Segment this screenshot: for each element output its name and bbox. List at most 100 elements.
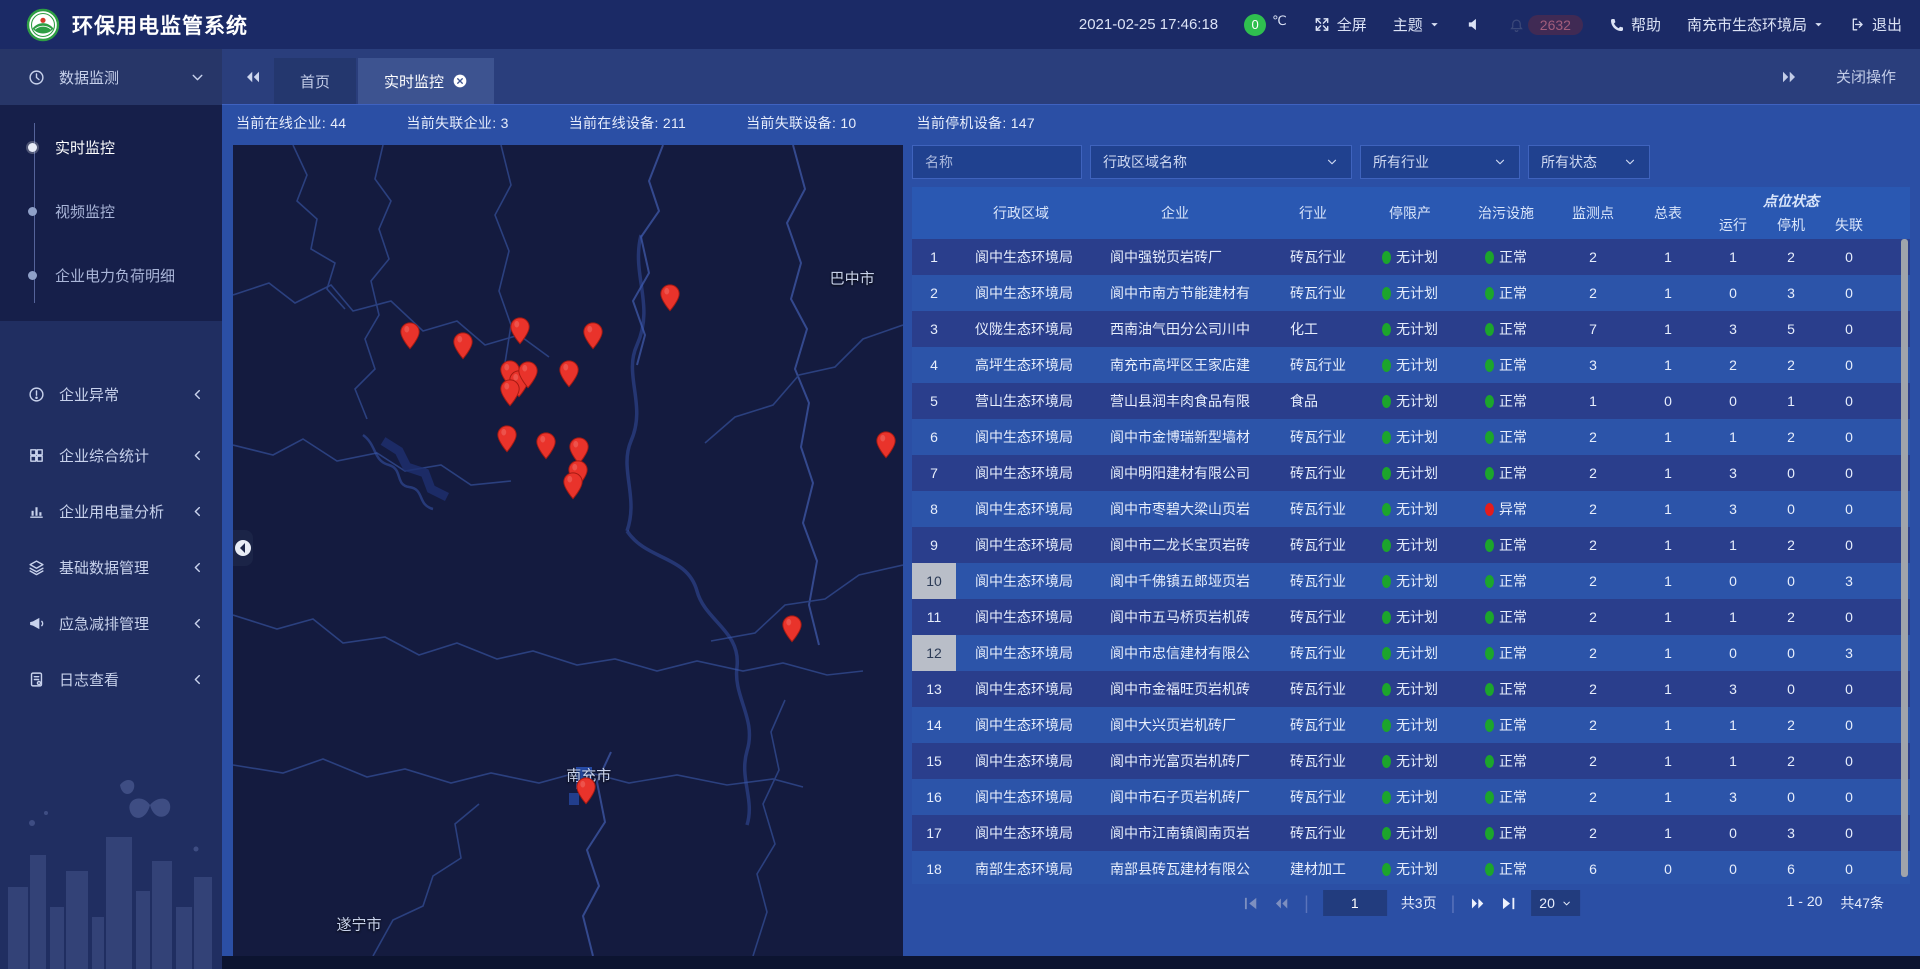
col-production: 停限产: [1362, 187, 1458, 239]
table-row[interactable]: 11 阆中生态环境局 阆中市五马桥页岩机砖 砖瓦行业 无计划 正常 2 1 1 …: [912, 599, 1910, 635]
org-menu[interactable]: 南充市生态环境局: [1687, 14, 1824, 35]
sidebar-item[interactable]: 应急减排管理: [0, 595, 222, 651]
stat-item: 当前失联设备: 10: [746, 113, 856, 133]
bullet-icon: [28, 143, 37, 152]
map-pin-icon[interactable]: [659, 284, 680, 317]
close-tab-icon[interactable]: [452, 73, 468, 89]
tabs: 首页 实时监控: [274, 58, 494, 104]
map-panel[interactable]: 巴中市南充市遂宁市: [233, 145, 903, 956]
cell-meter: 1: [1632, 681, 1704, 697]
sidebar-subitem[interactable]: 实时监控: [0, 115, 222, 179]
cell-region: 阆中生态环境局: [956, 607, 1086, 627]
table-row[interactable]: 10 阆中生态环境局 阆中千佛镇五郎垭页岩 砖瓦行业 无计划 正常 2 1 0 …: [912, 563, 1910, 599]
table-row[interactable]: 3 仪陇生态环境局 西南油气田分公司川中 化工 无计划 正常 7 1 3 5 0: [912, 311, 1910, 347]
datetime-label: 2021-02-25 17:46:18: [1079, 16, 1218, 33]
name-filter-field[interactable]: [912, 145, 1082, 179]
table-row[interactable]: 1 阆中生态环境局 阆中强锐页岩砖厂 砖瓦行业 无计划 正常 2 1 1 2 0: [912, 239, 1910, 275]
map-pin-icon[interactable]: [452, 332, 473, 365]
status-dot-icon: [1382, 323, 1391, 336]
sidebar-item[interactable]: 基础数据管理: [0, 539, 222, 595]
theme-button[interactable]: 主题: [1393, 14, 1440, 35]
sidebar-item[interactable]: 数据监测: [0, 49, 222, 105]
cell-company: 南部县砖瓦建材有限公: [1086, 859, 1264, 879]
tab[interactable]: 首页: [274, 58, 356, 104]
cell-facility: 正常: [1458, 571, 1554, 591]
cell-facility: 正常: [1458, 787, 1554, 807]
table-row[interactable]: 17 阆中生态环境局 阆中市江南镇阆南页岩 砖瓦行业 无计划 正常 2 1 0 …: [912, 815, 1910, 851]
sidebar-item[interactable]: 企业用电量分析: [0, 483, 222, 539]
tabs-scroll-right-icon[interactable]: [1780, 68, 1798, 86]
monitor-icon: [28, 69, 45, 86]
cell-stopped: 2: [1762, 357, 1820, 373]
table-scrollbar[interactable]: [1901, 239, 1908, 877]
sidebar-item[interactable]: 企业异常: [0, 361, 222, 427]
table-row[interactable]: 18 南部生态环境局 南部县砖瓦建材有限公 建材加工 无计划 正常 6 0 0 …: [912, 851, 1910, 884]
mute-button[interactable]: [1466, 16, 1483, 33]
map-pin-icon[interactable]: [399, 322, 420, 355]
map-pin-icon[interactable]: [582, 322, 603, 355]
map-pin-icon[interactable]: [535, 432, 556, 465]
status-dot-icon: [1485, 755, 1494, 768]
status-dot-icon: [1382, 791, 1391, 804]
prev-page-icon[interactable]: [1273, 895, 1290, 912]
help-button[interactable]: 帮助: [1609, 14, 1661, 35]
sidebar-subitem[interactable]: 视频监控: [0, 179, 222, 243]
map-pin-icon[interactable]: [497, 425, 518, 458]
map-pin-icon[interactable]: [875, 431, 896, 464]
industry-filter-select[interactable]: 所有行业: [1360, 145, 1520, 179]
map-collapse-button[interactable]: [233, 530, 253, 566]
table-row[interactable]: 6 阆中生态环境局 阆中市金博瑞新型墙材 砖瓦行业 无计划 正常 2 1 1 2…: [912, 419, 1910, 455]
sidebar-item[interactable]: 日志查看: [0, 651, 222, 707]
map-pin-icon[interactable]: [499, 379, 520, 412]
stat-item: 当前在线企业: 44: [236, 113, 346, 133]
table-row[interactable]: 4 高坪生态环境局 南充市高坪区王家店建 砖瓦行业 无计划 正常 3 1 2 2…: [912, 347, 1910, 383]
cell-stopped: 0: [1762, 789, 1820, 805]
sidebar-subitem[interactable]: 企业电力负荷明细: [0, 243, 222, 307]
sidebar-item[interactable]: 企业综合统计: [0, 427, 222, 483]
map-pin-icon[interactable]: [576, 777, 597, 810]
tabs-scroll-left-icon[interactable]: [232, 68, 274, 86]
cell-lost: 0: [1820, 321, 1878, 337]
map-pin-icon[interactable]: [558, 360, 579, 393]
region-filter-select[interactable]: 行政区域名称: [1090, 145, 1352, 179]
alert-icon: [28, 386, 45, 403]
table-row[interactable]: 15 阆中生态环境局 阆中市光富页岩机砖厂 砖瓦行业 无计划 正常 2 1 1 …: [912, 743, 1910, 779]
map-pin-icon[interactable]: [562, 472, 583, 505]
fullscreen-button[interactable]: 全屏: [1313, 14, 1367, 35]
cell-lost: 0: [1820, 609, 1878, 625]
tab[interactable]: 实时监控: [358, 58, 494, 104]
table-row[interactable]: 14 阆中生态环境局 阆中大兴页岩机砖厂 砖瓦行业 无计划 正常 2 1 1 2…: [912, 707, 1910, 743]
table-row[interactable]: 13 阆中生态环境局 阆中市金福旺页岩机砖 砖瓦行业 无计划 正常 2 1 3 …: [912, 671, 1910, 707]
cell-lost: 0: [1820, 537, 1878, 553]
table-row[interactable]: 5 营山生态环境局 营山县润丰肉食品有限 食品 无计划 正常 1 0 0 1 0: [912, 383, 1910, 419]
name-filter-input[interactable]: [925, 154, 1069, 170]
close-operations-button[interactable]: 关闭操作: [1836, 66, 1896, 87]
status-dot-icon: [1485, 467, 1494, 480]
next-page-icon[interactable]: [1469, 895, 1486, 912]
map-pin-icon[interactable]: [509, 317, 530, 350]
status-filter-select[interactable]: 所有状态: [1528, 145, 1650, 179]
last-page-icon[interactable]: [1500, 895, 1517, 912]
table-row[interactable]: 9 阆中生态环境局 阆中市二龙长宝页岩砖 砖瓦行业 无计划 正常 2 1 1 2…: [912, 527, 1910, 563]
table-row[interactable]: 12 阆中生态环境局 阆中市忠信建材有限公 砖瓦行业 无计划 正常 2 1 0 …: [912, 635, 1910, 671]
page-size-select[interactable]: 20: [1531, 890, 1580, 916]
first-page-icon[interactable]: [1242, 895, 1259, 912]
table-row[interactable]: 8 阆中生态环境局 阆中市枣碧大梁山页岩 砖瓦行业 无计划 异常 2 1 3 0…: [912, 491, 1910, 527]
map-pin-icon[interactable]: [781, 615, 802, 648]
row-number: 7: [912, 455, 956, 491]
stat-item: 当前在线设备: 211: [569, 113, 686, 133]
logout-button[interactable]: 退出: [1850, 14, 1902, 35]
bell-icon: [1509, 17, 1524, 32]
notification-badge[interactable]: 2632: [1509, 15, 1583, 35]
cell-region: 高坪生态环境局: [956, 355, 1086, 375]
cell-meter: 1: [1632, 465, 1704, 481]
table-row[interactable]: 2 阆中生态环境局 阆中市南方节能建材有 砖瓦行业 无计划 正常 2 1 0 3…: [912, 275, 1910, 311]
map-pin-icon[interactable]: [517, 361, 538, 394]
cell-stopped: 2: [1762, 249, 1820, 265]
cell-lost: 0: [1820, 789, 1878, 805]
table-row[interactable]: 16 阆中生态环境局 阆中市石子页岩机砖厂 砖瓦行业 无计划 正常 2 1 3 …: [912, 779, 1910, 815]
col-stopped: 停机: [1762, 215, 1820, 235]
table-row[interactable]: 7 阆中生态环境局 阆中明阳建材有限公司 砖瓦行业 无计划 正常 2 1 3 0…: [912, 455, 1910, 491]
cell-meter: 1: [1632, 717, 1704, 733]
page-input[interactable]: [1323, 890, 1387, 916]
